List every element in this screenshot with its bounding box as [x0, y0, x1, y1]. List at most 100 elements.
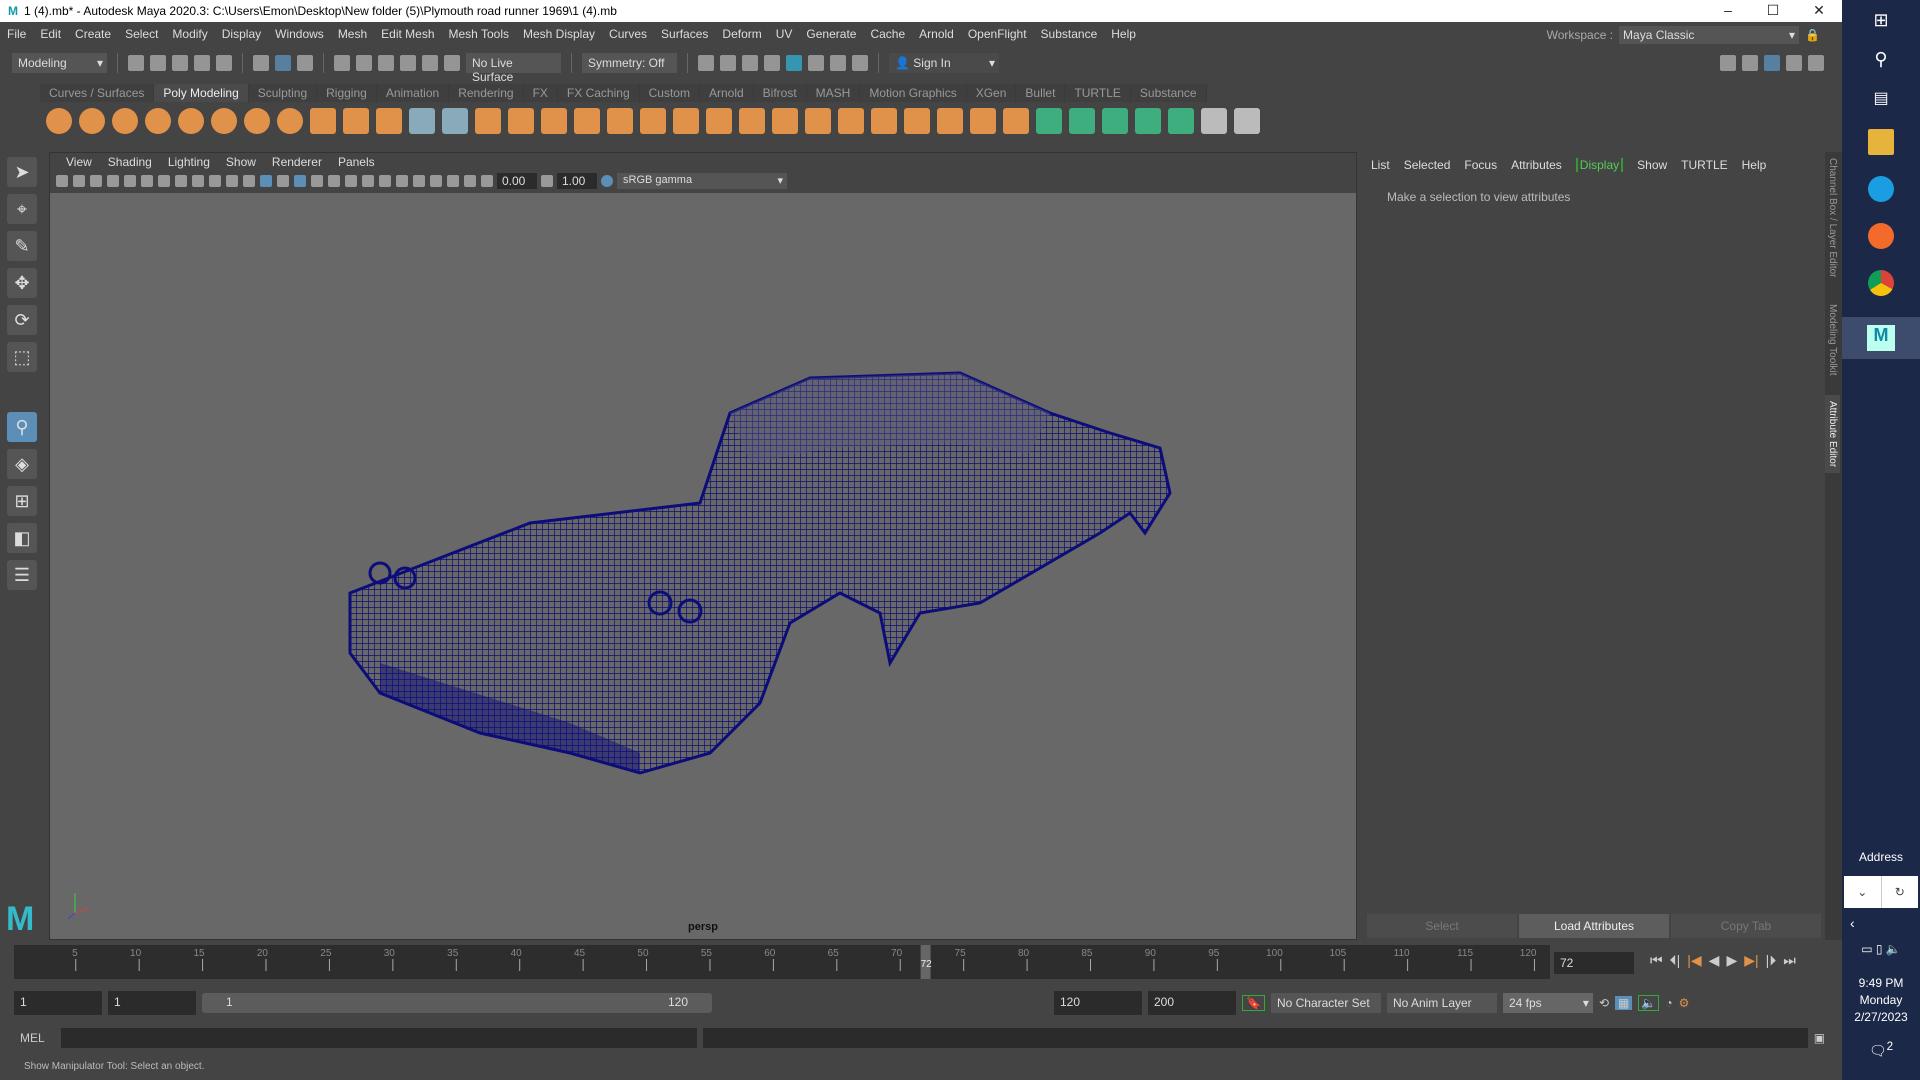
- go-to-end-icon[interactable]: ⏭: [1783, 952, 1796, 969]
- smooth-icon[interactable]: [607, 108, 633, 134]
- address-bar[interactable]: ⌄ ↻: [1844, 876, 1918, 908]
- shelf-tab-bullet[interactable]: Bullet: [1016, 84, 1066, 102]
- four-view-layout-icon[interactable]: ⊞: [7, 486, 37, 516]
- xray-joints-icon[interactable]: [311, 175, 323, 187]
- backface-icon[interactable]: [447, 175, 459, 187]
- command-input[interactable]: [60, 1028, 697, 1048]
- render-current-icon[interactable]: [720, 55, 736, 71]
- field-chart-icon[interactable]: [192, 175, 204, 187]
- lasso-tool-icon[interactable]: ⌖: [7, 194, 37, 224]
- shelf-tab-bifrost[interactable]: Bifrost: [753, 84, 807, 102]
- tab-attribute-editor[interactable]: Attribute Editor: [1825, 395, 1840, 474]
- modeling-toolkit-icon[interactable]: [1720, 55, 1736, 71]
- attr-menu-display[interactable]: Display: [1575, 158, 1624, 172]
- xray-icon[interactable]: [294, 175, 306, 187]
- step-back-icon[interactable]: ⏴|: [1670, 952, 1681, 969]
- loop-icon[interactable]: ⟲: [1599, 996, 1609, 1010]
- fill-hole-icon[interactable]: [805, 108, 831, 134]
- snap-surface-icon[interactable]: [422, 55, 438, 71]
- uv-spherical-icon[interactable]: [1036, 108, 1062, 134]
- menu-surfaces[interactable]: Surfaces: [661, 27, 708, 41]
- disc-icon[interactable]: [244, 108, 270, 134]
- safe-action-icon[interactable]: [209, 175, 221, 187]
- quad-draw-icon[interactable]: [937, 108, 963, 134]
- uv-snapshot-icon[interactable]: [442, 108, 468, 134]
- human-ik-icon[interactable]: [1742, 55, 1758, 71]
- render-setup-icon[interactable]: [808, 55, 824, 71]
- viewport-menu-view[interactable]: View: [66, 155, 92, 169]
- tray-icons[interactable]: ▭ ▯ 🔈: [1842, 942, 1920, 956]
- menu-file[interactable]: File: [7, 27, 26, 41]
- cube-icon[interactable]: [79, 108, 105, 134]
- menu-display[interactable]: Display: [222, 27, 261, 41]
- uv-layout-icon[interactable]: [1135, 108, 1161, 134]
- smooth-shade-icon[interactable]: [260, 175, 272, 187]
- attr-menu-show[interactable]: Show: [1637, 158, 1667, 172]
- cylinder-icon[interactable]: [112, 108, 138, 134]
- move-tool-icon[interactable]: ✥: [7, 268, 37, 298]
- go-to-start-icon[interactable]: ⏮: [1650, 952, 1663, 969]
- image-plane-icon[interactable]: [107, 175, 119, 187]
- viewport-menu-shading[interactable]: Shading: [108, 155, 152, 169]
- lock-icon[interactable]: 🔒: [1805, 28, 1820, 42]
- render-settings-icon[interactable]: [764, 55, 780, 71]
- platonic-icon[interactable]: [277, 108, 303, 134]
- script-editor-icon[interactable]: ▣: [1814, 1031, 1825, 1045]
- maya-taskbar-button[interactable]: M: [1842, 317, 1920, 359]
- playback-end-field[interactable]: 120: [1054, 991, 1142, 1015]
- tab-modeling-toolkit[interactable]: Modeling Toolkit: [1825, 298, 1840, 382]
- time-slider[interactable]: 5 10 15 20 25 30 35 40 45 50 55 60 65 70 75 80 85 90 95 100…: [14, 945, 1550, 979]
- menu-mesh[interactable]: Mesh: [338, 27, 367, 41]
- snap-center-icon[interactable]: [444, 55, 460, 71]
- outliner-layout-icon[interactable]: ☰: [7, 560, 37, 590]
- menu-uv[interactable]: UV: [776, 27, 793, 41]
- sound-icon[interactable]: 🔈: [1638, 995, 1660, 1011]
- color-management-toggle-icon[interactable]: [601, 175, 613, 187]
- load-attributes-button[interactable]: Load Attributes: [1519, 914, 1669, 938]
- attr-menu-turtle[interactable]: TURTLE: [1681, 158, 1727, 172]
- measure-icon[interactable]: [409, 108, 435, 134]
- menu-arnold[interactable]: Arnold: [919, 27, 954, 41]
- uv-cylindrical-icon[interactable]: [1003, 108, 1029, 134]
- cone-icon[interactable]: [145, 108, 171, 134]
- shelf-tab-fx-caching[interactable]: FX Caching: [557, 84, 640, 102]
- new-scene-icon[interactable]: [128, 55, 144, 71]
- snap-point-icon[interactable]: [378, 55, 394, 71]
- task-view-icon[interactable]: ▤: [1842, 88, 1920, 108]
- separate-icon[interactable]: [541, 108, 567, 134]
- collapse-icon[interactable]: ‹: [1850, 915, 1855, 931]
- bevel-icon[interactable]: [772, 108, 798, 134]
- shelf-tab-xgen[interactable]: XGen: [966, 84, 1017, 102]
- live-surface-field[interactable]: No Live Surface: [466, 53, 561, 84]
- firefox-icon[interactable]: [1868, 223, 1894, 249]
- bridge-icon[interactable]: [706, 108, 732, 134]
- menu-set-dropdown[interactable]: Modeling ▾: [12, 53, 107, 73]
- shelf-tab-custom[interactable]: Custom: [639, 84, 700, 102]
- wireframe-icon[interactable]: [243, 175, 255, 187]
- car-wireframe-model[interactable]: [50, 193, 1356, 939]
- hypershade-icon[interactable]: [786, 55, 802, 71]
- type-icon[interactable]: [343, 108, 369, 134]
- copy-tab-button[interactable]: Copy Tab: [1671, 914, 1821, 938]
- anim-layer-dropdown[interactable]: No Anim Layer: [1386, 993, 1497, 1013]
- redo-icon[interactable]: [216, 55, 232, 71]
- viewport-menu-lighting[interactable]: Lighting: [168, 155, 210, 169]
- exposure-field[interactable]: 0.00: [497, 173, 537, 189]
- pivot-icon[interactable]: [475, 108, 501, 134]
- shelf-tab-turtle[interactable]: TURTLE: [1065, 84, 1131, 102]
- viewport-render-area[interactable]: persp: [50, 193, 1356, 939]
- menu-create[interactable]: Create: [75, 27, 111, 41]
- ipr-render-icon[interactable]: [742, 55, 758, 71]
- resolution-gate-icon[interactable]: [158, 175, 170, 187]
- chrome-icon[interactable]: [1868, 270, 1894, 296]
- snap-curve-icon[interactable]: [356, 55, 372, 71]
- menu-mesh-display[interactable]: Mesh Display: [523, 27, 595, 41]
- character-set-dropdown[interactable]: No Character Set: [1270, 993, 1381, 1013]
- color-space-dropdown[interactable]: sRGB gamma ▾: [617, 173, 787, 189]
- step-forward-icon[interactable]: |⏵: [1766, 952, 1777, 969]
- auto-key-icon[interactable]: 🔖: [1242, 995, 1265, 1011]
- clock[interactable]: 9:49 PM Monday 2/27/2023: [1842, 975, 1920, 1026]
- step-forward-key-icon[interactable]: ▶|: [1744, 952, 1758, 969]
- symmetry-dropdown[interactable]: Symmetry: Off: [582, 53, 677, 73]
- attr-menu-attributes[interactable]: Attributes: [1511, 158, 1562, 172]
